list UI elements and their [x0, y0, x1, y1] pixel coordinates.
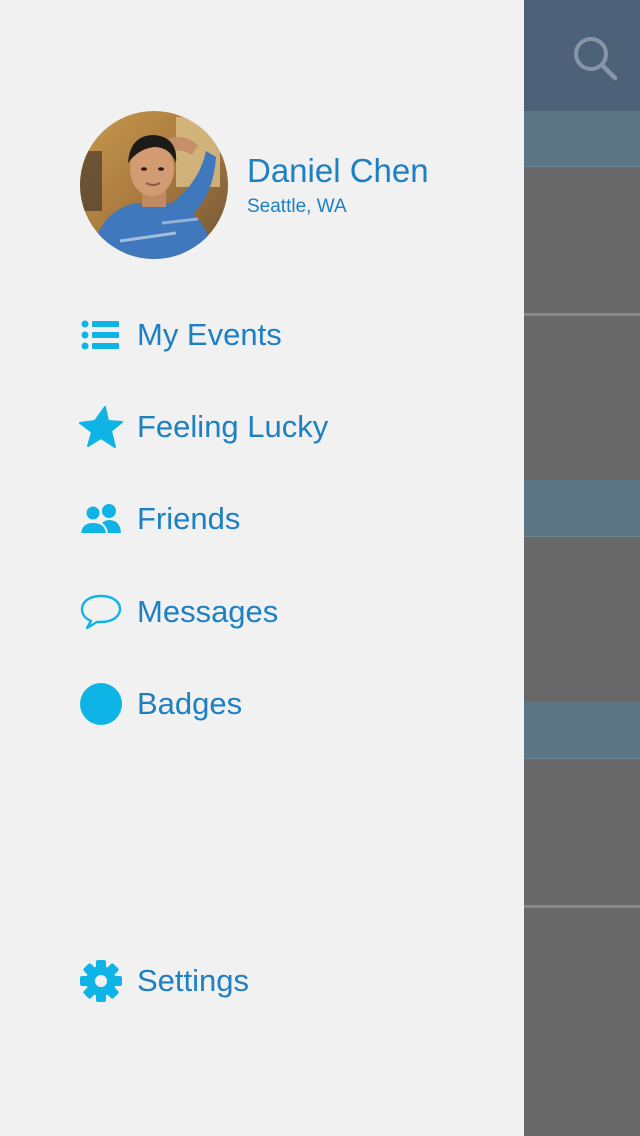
search-button[interactable] [571, 34, 619, 82]
list-icon [78, 312, 124, 358]
friends-icon [78, 496, 124, 542]
star-icon [78, 404, 124, 450]
avatar[interactable] [80, 111, 228, 259]
chat-bubble-icon [78, 589, 124, 635]
badge-circle-icon [78, 681, 124, 727]
search-icon [574, 37, 618, 81]
menu-item-feeling-lucky[interactable]: Feeling Lucky [78, 397, 498, 457]
menu-item-settings[interactable]: Settings [78, 951, 498, 1011]
menu-item-friends[interactable]: Friends [78, 489, 498, 549]
menu-item-my-events[interactable]: My Events [78, 305, 498, 365]
avatar-photo [80, 111, 228, 259]
menu-item-badges[interactable]: Badges [78, 674, 498, 734]
menu-label: Feeling Lucky [137, 409, 329, 444]
menu-label: Badges [137, 686, 243, 721]
menu-item-messages[interactable]: Messages [78, 582, 498, 642]
profile-location: Seattle, WA [247, 196, 347, 217]
menu-label: My Events [137, 317, 282, 352]
profile-name: Daniel Chen [247, 152, 429, 189]
menu-label: Friends [137, 501, 241, 536]
menu-label: Messages [137, 594, 279, 629]
gear-icon [78, 958, 124, 1004]
menu-label: Settings [137, 963, 250, 998]
side-drawer: Daniel Chen Seattle, WA My Events Feelin… [0, 0, 524, 1136]
